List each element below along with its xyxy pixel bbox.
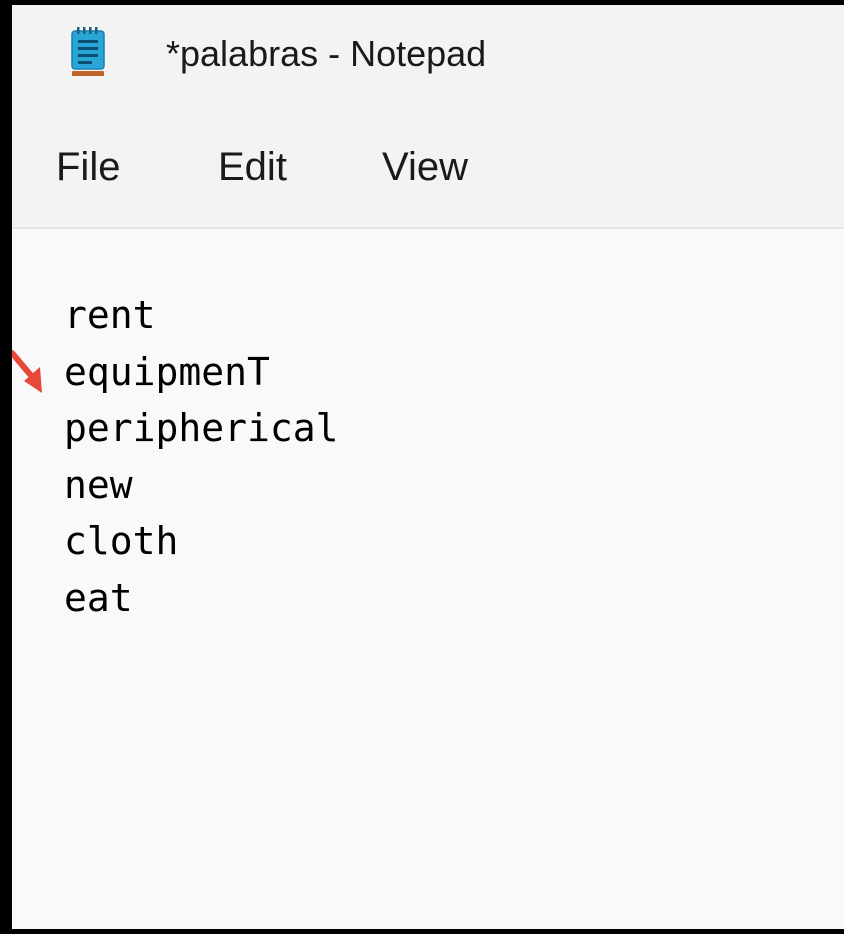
text-editor[interactable]: rent equipmenT peripherical new cloth ea…	[12, 229, 844, 929]
editor-line[interactable]: peripherical	[64, 400, 339, 457]
editor-line[interactable]: new	[64, 457, 339, 514]
notepad-window: *palabras - Notepad File Edit View rent …	[0, 0, 844, 934]
menu-edit[interactable]: Edit	[218, 145, 287, 190]
editor-line[interactable]: eat	[64, 570, 339, 627]
editor-line[interactable]: equipmenT	[64, 344, 339, 401]
red-arrow-icon	[12, 350, 42, 393]
window-title: *palabras - Notepad	[166, 33, 487, 74]
editor-line[interactable]: rent	[64, 287, 339, 344]
menu-bar: File Edit View	[12, 105, 844, 229]
title-bar[interactable]: *palabras - Notepad	[12, 5, 844, 105]
menu-view[interactable]: View	[382, 145, 468, 190]
menu-file[interactable]: File	[56, 145, 120, 190]
editor-lines: rent equipmenT peripherical new cloth ea…	[64, 287, 339, 626]
notepad-icon	[71, 27, 105, 76]
editor-line[interactable]: cloth	[64, 513, 339, 570]
